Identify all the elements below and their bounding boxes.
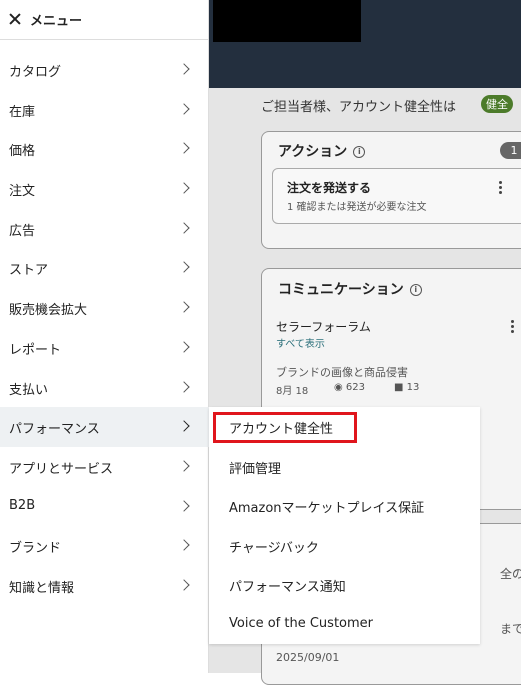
menu-item-label: 支払い: [9, 382, 49, 398]
chevron-right-icon: [178, 579, 190, 591]
menu-item-orders[interactable]: 注文: [0, 169, 209, 209]
menu-item-growth[interactable]: 販売機会拡大: [0, 288, 209, 328]
seller-forum-title: セラーフォーラム: [276, 320, 371, 334]
menu-header: メニュー: [0, 0, 209, 40]
menu-item-payments[interactable]: 支払い: [0, 368, 209, 408]
partial-text: 全の更: [500, 567, 521, 581]
performance-submenu: アカウント健全性 評価管理 Amazonマーケットプレイス保証 チャージバック …: [209, 407, 480, 644]
news-date: 2025/09/01: [276, 651, 340, 664]
post-views: ◉ 623: [334, 382, 365, 393]
health-badge: 健全: [481, 95, 513, 113]
menu-item-label: ブランド: [9, 541, 62, 557]
submenu-item-account-health[interactable]: アカウント健全性: [229, 418, 333, 437]
menu-item-label: 販売機会拡大: [9, 303, 88, 319]
submenu-item-a-to-z-guarantee[interactable]: Amazonマーケットプレイス保証: [229, 497, 424, 516]
chevron-right-icon: [178, 261, 190, 274]
menu-item-advertising[interactable]: 広告: [0, 209, 209, 249]
menu-item-b2b[interactable]: B2B: [0, 487, 209, 527]
menu-item-label: 価格: [9, 144, 36, 160]
menu-item-label: 在庫: [9, 104, 36, 120]
communication-card-title: コミュニケーション i: [278, 279, 422, 299]
submenu-item-voice-of-customer[interactable]: Voice of the Customer: [229, 616, 373, 631]
menu-item-label: 知識と情報: [9, 580, 75, 596]
menu-item-stores[interactable]: ストア: [0, 248, 209, 288]
chevron-right-icon: [178, 460, 190, 472]
menu-item-reports[interactable]: レポート: [0, 328, 209, 368]
action-card-title: アクション i: [278, 141, 366, 161]
greeting-text: ご担当者様、アカウント健全性は: [261, 100, 457, 115]
menu-item-inventory[interactable]: 在庫: [0, 90, 209, 130]
info-icon: i: [353, 146, 366, 158]
chevron-right-icon: [178, 142, 190, 155]
menu-item-label: アプリとサービス: [9, 461, 114, 477]
menu-item-label: B2B: [9, 497, 36, 513]
partial-text: までに: [500, 622, 521, 636]
ship-orders-subtitle: 1 確認または発送が必要な注文: [287, 202, 427, 213]
menu-item-label: パフォーマンス: [9, 422, 100, 438]
post-comments: ■ 13: [394, 382, 420, 393]
close-icon[interactable]: [8, 12, 22, 26]
action-count-badge: 1: [500, 142, 521, 159]
menu-title: メニュー: [30, 14, 83, 29]
chevron-right-icon: [178, 222, 190, 234]
forum-post-title[interactable]: ブランドの画像と商品侵害: [276, 364, 408, 380]
menu-item-apps-services[interactable]: アプリとサービス: [0, 447, 209, 487]
submenu-item-feedback-manager[interactable]: 評価管理: [229, 458, 281, 477]
chevron-right-icon: [178, 539, 190, 551]
menu-item-brands[interactable]: ブランド: [0, 526, 209, 566]
top-bar: [209, 0, 521, 88]
menu-item-label: 注文: [9, 184, 36, 200]
more-options-icon[interactable]: [499, 181, 503, 196]
redacted-area: [213, 0, 361, 42]
submenu-item-chargebacks[interactable]: チャージバック: [229, 537, 319, 556]
chevron-right-icon: [178, 103, 190, 115]
menu-item-catalog[interactable]: カタログ: [0, 50, 209, 90]
chevron-right-icon: [178, 380, 190, 393]
info-icon: i: [409, 284, 422, 296]
menu-list: カタログ 在庫 価格 注文 広告 ストア 販売機会拡大 レポート 支払い パフォ…: [0, 50, 209, 606]
menu-item-performance[interactable]: パフォーマンス: [0, 407, 209, 447]
view-all-link[interactable]: すべて表示: [276, 335, 325, 350]
action-card: アクション i 1 注文を発送する 1 確認または発送が必要な注文: [261, 131, 521, 249]
ship-orders-title: 注文を発送する: [287, 181, 372, 195]
comment-icon: ■: [394, 382, 407, 393]
more-options-icon[interactable]: [511, 320, 515, 335]
menu-item-label: ストア: [9, 263, 49, 279]
menu-item-label: レポート: [9, 342, 62, 358]
menu-item-pricing[interactable]: 価格: [0, 129, 209, 169]
chevron-right-icon: [178, 63, 190, 75]
menu-item-learn[interactable]: 知識と情報: [0, 566, 209, 606]
ship-orders-card[interactable]: 注文を発送する 1 確認または発送が必要な注文: [272, 168, 521, 224]
eye-icon: ◉: [334, 382, 346, 393]
chevron-right-icon: [178, 420, 190, 432]
menu-item-label: カタログ: [9, 65, 62, 80]
chevron-right-icon: [178, 341, 190, 353]
navigation-menu: メニュー カタログ 在庫 価格 注文 広告 ストア 販売機会拡大 レポート 支払…: [0, 0, 209, 673]
chevron-right-icon: [178, 182, 190, 194]
menu-item-label: 広告: [9, 223, 36, 239]
chevron-right-icon: [178, 301, 190, 313]
chevron-right-icon: [178, 499, 190, 512]
submenu-item-performance-notifications[interactable]: パフォーマンス通知: [229, 576, 346, 595]
post-date: 8月 18: [276, 386, 309, 397]
